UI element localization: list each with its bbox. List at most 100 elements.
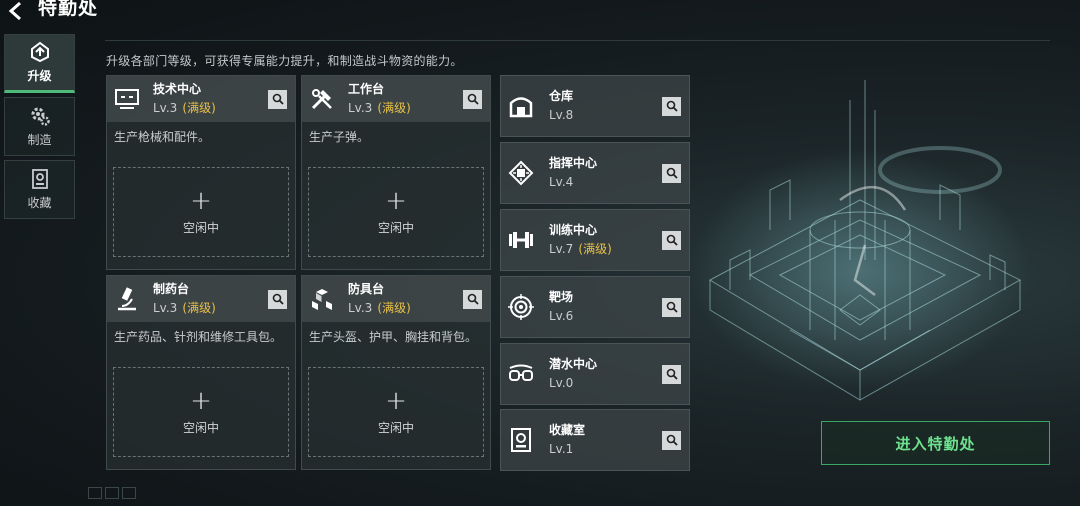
enter-facility-button[interactable]: 进入特勤处: [821, 421, 1050, 465]
slot-status: 空闲中: [377, 420, 414, 435]
card-description: 生产子弹。: [309, 130, 370, 144]
tab-upgrade[interactable]: 升级: [4, 34, 75, 93]
upgrade-icon: [30, 41, 49, 63]
cubes-icon: [308, 285, 336, 313]
deco-square: [88, 487, 102, 499]
card-name: 训练中心: [549, 223, 598, 237]
card-warehouse[interactable]: 仓库 Lv.8: [500, 75, 690, 137]
search-icon: [666, 234, 678, 246]
card-pharmacy[interactable]: 制药台 Lv.3 (满级) 生产药品、针剂和维修工具包。 + 空闲中: [106, 275, 296, 470]
card-shooting-range[interactable]: 靶场 Lv.6: [500, 276, 690, 338]
deco-square: [105, 487, 119, 499]
slot-status: 空闲中: [182, 220, 219, 235]
search-icon: [666, 100, 678, 112]
card-name: 潜水中心: [549, 357, 598, 371]
back-arrow-icon[interactable]: [4, 0, 28, 22]
card-level: Lv.8: [549, 108, 574, 122]
search-icon: [272, 293, 284, 305]
gears-icon: [31, 107, 50, 126]
plus-icon: +: [385, 385, 407, 416]
search-button[interactable]: [662, 364, 681, 384]
card-training-center[interactable]: 训练中心 Lv.7 (满级): [500, 209, 690, 271]
search-button[interactable]: [463, 89, 482, 109]
card-collection-room[interactable]: 收藏室 Lv.1: [500, 409, 690, 471]
card-header: 工作台 Lv.3 (满级): [302, 76, 490, 122]
page-title: 特勤处: [38, 0, 99, 19]
card-header: 防具台 Lv.3 (满级): [302, 276, 490, 322]
target-icon: [507, 293, 535, 321]
card-max-level: (满级): [578, 242, 612, 256]
card-armor-bench[interactable]: 防具台 Lv.3 (满级) 生产头盔、护甲、胸挂和背包。 + 空闲中: [301, 275, 491, 470]
search-button[interactable]: [463, 289, 482, 309]
dumbbell-icon: [507, 226, 535, 254]
card-level: Lv.3: [348, 301, 373, 315]
card-description: 生产头盔、护甲、胸挂和背包。: [309, 330, 478, 344]
tab-craft[interactable]: 制造: [4, 97, 75, 156]
card-max-level: (满级): [182, 101, 216, 115]
search-icon: [666, 167, 678, 179]
card-name: 防具台: [348, 282, 385, 296]
card-level: Lv.7: [549, 242, 574, 256]
card-diving-center[interactable]: 潜水中心 Lv.0: [500, 343, 690, 405]
card-name: 制药台: [153, 282, 190, 296]
goggles-icon: [507, 360, 535, 388]
header: 特勤处: [0, 0, 240, 22]
card-name: 工作台: [348, 82, 385, 96]
card-level: Lv.3: [153, 301, 178, 315]
card-level: Lv.3: [153, 101, 178, 115]
search-icon: [666, 301, 678, 313]
plus-icon: +: [385, 185, 407, 216]
search-button[interactable]: [662, 96, 681, 116]
card-command-center[interactable]: 指挥中心 Lv.4: [500, 142, 690, 204]
production-slot[interactable]: + 空闲中: [308, 367, 484, 457]
card-level: Lv.6: [549, 309, 574, 323]
search-button[interactable]: [662, 297, 681, 317]
production-slot[interactable]: + 空闲中: [113, 367, 289, 457]
card-description: 生产枪械和配件。: [114, 130, 211, 144]
description-text: 升级各部门等级，可获得专属能力提升，和制造战斗物资的能力。: [106, 54, 463, 68]
tab-upgrade-label: 升级: [27, 69, 52, 83]
chip-icon: [507, 159, 535, 187]
card-name: 收藏室: [549, 423, 586, 437]
search-icon: [467, 293, 479, 305]
card-name: 指挥中心: [549, 156, 598, 170]
deco-square: [122, 487, 136, 499]
search-icon: [666, 434, 678, 446]
production-slot[interactable]: + 空闲中: [113, 167, 289, 257]
production-slot[interactable]: + 空闲中: [308, 167, 484, 257]
card-level: Lv.0: [549, 376, 574, 390]
tools-icon: [308, 85, 336, 113]
search-button[interactable]: [268, 89, 287, 109]
card-max-level: (满级): [377, 101, 411, 115]
facility-hologram-illustration: [690, 80, 1030, 401]
bottom-decoration: [88, 487, 136, 499]
search-button[interactable]: [662, 430, 681, 450]
card-header: 技术中心 Lv.3 (满级): [107, 76, 295, 122]
card-name: 技术中心: [153, 82, 202, 96]
safe-icon: [507, 426, 535, 454]
header-divider: [105, 40, 1050, 41]
search-button[interactable]: [662, 163, 681, 183]
card-level: Lv.1: [549, 442, 574, 456]
search-button[interactable]: [662, 230, 681, 250]
plus-icon: +: [190, 185, 212, 216]
card-name: 靶场: [549, 290, 574, 304]
tab-collection[interactable]: 收藏: [4, 160, 75, 219]
card-header: 制药台 Lv.3 (满级): [107, 276, 295, 322]
microscope-icon: [113, 285, 141, 313]
search-icon: [467, 93, 479, 105]
tab-craft-label: 制造: [27, 133, 52, 147]
slot-status: 空闲中: [182, 420, 219, 435]
card-tech-center[interactable]: 技术中心 Lv.3 (满级) 生产枪械和配件。 + 空闲中: [106, 75, 296, 270]
card-level: Lv.4: [549, 175, 574, 189]
plus-icon: +: [190, 385, 212, 416]
warehouse-icon: [507, 92, 535, 120]
collection-icon: [31, 169, 48, 189]
card-max-level: (满级): [377, 301, 411, 315]
search-icon: [666, 368, 678, 380]
search-icon: [272, 93, 284, 105]
sidebar: 升级 制造 收藏: [4, 34, 76, 223]
monitor-icon: [113, 85, 141, 113]
card-workbench[interactable]: 工作台 Lv.3 (满级) 生产子弹。 + 空闲中: [301, 75, 491, 270]
search-button[interactable]: [268, 289, 287, 309]
